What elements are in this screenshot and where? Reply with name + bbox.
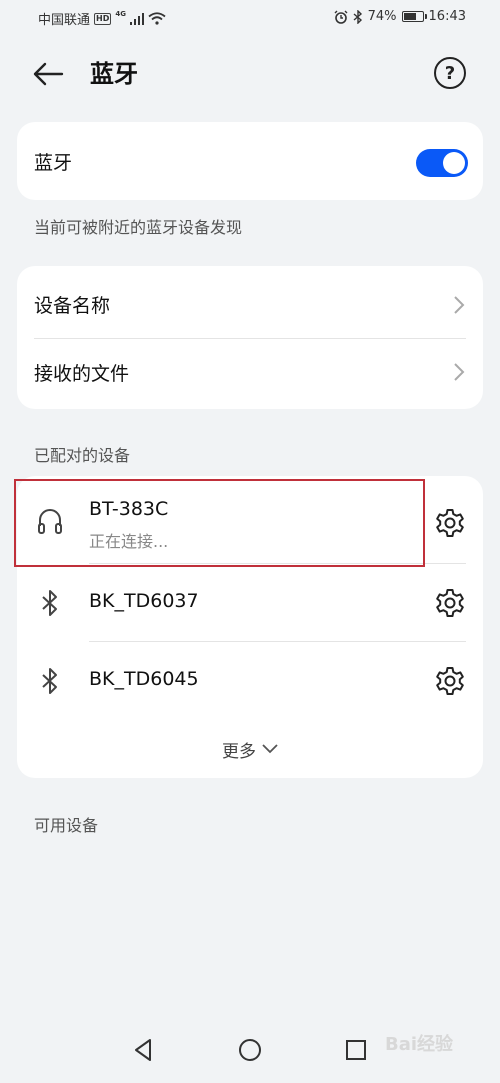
chevron-down-icon [262,744,278,754]
more-button[interactable]: 更多 [17,734,483,764]
battery-percent: 74% [367,9,397,24]
highlight-box [14,479,425,567]
available-section-title: 可用设备 [34,816,99,835]
nav-home-icon[interactable] [236,1036,264,1064]
nav-recents-icon[interactable] [342,1036,370,1064]
back-button[interactable] [32,58,68,90]
carrier-name: 中国联通 [38,13,91,28]
device-name: BK_TD6037 [89,590,199,612]
paired-device-row[interactable]: BK_TD6045 [17,642,483,720]
device-name-label: 设备名称 [34,295,111,317]
chevron-right-icon [454,296,465,314]
hd-icon: HD [94,12,112,25]
back-arrow-icon [33,62,64,86]
bluetooth-label: 蓝牙 [34,152,73,174]
chevron-right-icon [454,363,465,381]
more-label: 更多 [222,741,256,762]
settings-card: 设备名称 接收的文件 [17,266,483,409]
gear-icon[interactable] [434,587,466,619]
wifi-icon [148,12,166,25]
alarm-icon [334,10,348,24]
paired-section-title: 已配对的设备 [34,446,131,465]
help-button[interactable]: ? [434,57,466,89]
page-title: 蓝牙 [90,60,138,88]
network-type: 4G [115,9,126,18]
status-left: 中国联通 HD 4G [38,9,166,28]
gear-icon[interactable] [434,507,466,539]
device-name-row[interactable]: 设备名称 [17,266,483,338]
gear-icon[interactable] [434,665,466,697]
bluetooth-icon [42,668,57,694]
received-files-row[interactable]: 接收的文件 [17,339,483,409]
battery-icon [401,11,427,22]
paired-device-row[interactable]: BK_TD6037 [17,564,483,642]
device-name: BK_TD6045 [89,668,199,690]
clock: 16:43 [428,9,466,24]
bluetooth-status-icon [353,9,362,24]
bluetooth-toggle-card: 蓝牙 [17,122,483,200]
bluetooth-icon [42,590,57,616]
title-bar: 蓝牙 ? [0,50,500,98]
battery-fill [403,13,417,20]
signal-icon [129,12,144,25]
bluetooth-toggle-switch[interactable] [416,149,468,177]
toggle-knob [443,152,465,174]
status-bar: 中国联通 HD 4G 74% 16:43 [0,0,500,36]
discoverable-hint: 当前可被附近的蓝牙设备发现 [34,218,243,237]
question-mark-icon: ? [444,62,456,84]
status-right: 74% 16:43 [334,9,466,24]
received-files-label: 接收的文件 [34,363,130,385]
watermark: Bai经验 [385,1034,454,1055]
nav-back-icon[interactable] [130,1036,158,1064]
